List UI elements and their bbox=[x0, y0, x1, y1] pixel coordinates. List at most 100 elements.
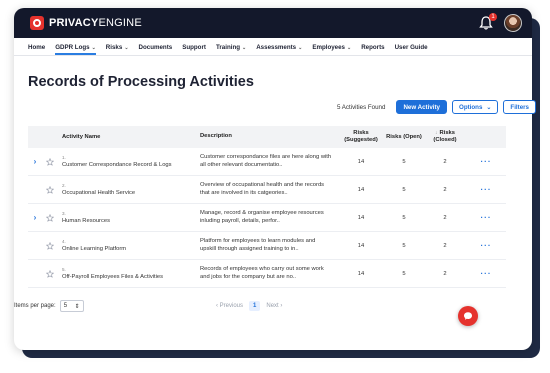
chat-bubble-icon bbox=[464, 312, 472, 320]
chevron-down-icon: ⌄ bbox=[486, 104, 492, 111]
items-per-page-value: 5 bbox=[63, 303, 68, 309]
page-number-button[interactable]: 1 bbox=[249, 301, 261, 311]
nav-item-label: User Guide bbox=[394, 44, 428, 51]
risks-closed-value: 2 bbox=[443, 158, 447, 165]
more-actions-icon[interactable]: ··· bbox=[466, 185, 506, 194]
header-description[interactable]: Description bbox=[200, 133, 338, 141]
items-per-page-label: Items per page: bbox=[14, 303, 56, 309]
items-per-page-select[interactable]: 5 ⇕ bbox=[59, 300, 84, 312]
risks-suggested-value: 14 bbox=[357, 186, 365, 193]
nav-item-label: Documents bbox=[138, 44, 173, 51]
header-risks-suggested[interactable]: Risks (Suggested) bbox=[338, 130, 384, 144]
activity-name-cell[interactable]: 5. Off-Payroll Employees Files & Activiti… bbox=[58, 267, 200, 280]
options-button[interactable]: Options ⌄ bbox=[452, 100, 499, 114]
risks-suggested-value: 14 bbox=[357, 242, 365, 249]
activity-name: Customer Correspondance Record & Logs bbox=[62, 162, 172, 168]
favorite-star-icon[interactable] bbox=[42, 269, 58, 278]
more-actions-icon[interactable]: ··· bbox=[466, 213, 506, 222]
brand-name[interactable]: PRIVACYENGINE bbox=[49, 17, 142, 29]
favorite-star-icon[interactable] bbox=[42, 213, 58, 222]
risks-closed-value: 2 bbox=[443, 270, 447, 277]
activity-number: 2. bbox=[62, 183, 66, 188]
nav-item-user-guide[interactable]: User Guide bbox=[395, 44, 428, 55]
header-activity-name[interactable]: Activity Name bbox=[58, 134, 200, 140]
more-actions-icon[interactable]: ··· bbox=[466, 269, 506, 278]
nav-item-label: GDPR Logs bbox=[55, 44, 90, 51]
chat-support-button[interactable] bbox=[458, 306, 478, 326]
activity-name: Occupational Health Service bbox=[62, 190, 136, 196]
activity-description: Platform for employees to learn modules … bbox=[200, 237, 316, 252]
expand-chevron-icon[interactable]: › bbox=[28, 157, 42, 166]
favorite-star-icon[interactable] bbox=[42, 241, 58, 250]
activity-number: 1. bbox=[62, 155, 66, 160]
privacyengine-logo-icon bbox=[30, 16, 44, 30]
chevron-down-icon: ⌄ bbox=[124, 45, 129, 51]
more-actions-icon[interactable]: ··· bbox=[466, 241, 506, 250]
nav-item-support[interactable]: Support bbox=[182, 44, 206, 55]
activity-name-cell[interactable]: 4. Online Learning Platform bbox=[58, 239, 200, 252]
nav-item-training[interactable]: Training ⌄ bbox=[216, 44, 246, 55]
activity-name: Human Resources bbox=[62, 218, 111, 224]
risks-closed-value: 2 bbox=[443, 214, 447, 221]
header-risks-open[interactable]: Risks (Open) bbox=[384, 134, 424, 141]
nav-item-assessments[interactable]: Assessments ⌄ bbox=[256, 44, 302, 55]
favorite-star-icon[interactable] bbox=[42, 185, 58, 194]
table-row[interactable]: › 3. Human Resources Manage, record & organ… bbox=[28, 204, 506, 232]
chevron-down-icon: ⌄ bbox=[242, 45, 247, 51]
activity-name-cell[interactable]: 1. Customer Correspondance Record & Logs bbox=[58, 155, 200, 168]
chevron-down-icon: ⌄ bbox=[347, 45, 352, 51]
notification-bell-icon[interactable]: 1 bbox=[478, 13, 497, 31]
nav-item-gdpr-logs[interactable]: GDPR Logs ⌄ bbox=[55, 44, 96, 55]
activity-name-cell[interactable]: 3. Human Resources bbox=[58, 211, 200, 224]
nav-item-label: Reports bbox=[361, 44, 385, 51]
notification-badge: 1 bbox=[489, 13, 497, 21]
nav-item-reports[interactable]: Reports bbox=[361, 44, 384, 55]
chevron-down-icon: ⌄ bbox=[298, 45, 303, 51]
nav-item-employees[interactable]: Employees ⌄ bbox=[312, 44, 351, 55]
nav-item-home[interactable]: Home bbox=[28, 44, 45, 55]
expand-chevron-icon[interactable]: › bbox=[28, 213, 42, 222]
activities-found-count: 5 Activities Found bbox=[336, 103, 386, 111]
risks-closed-value: 2 bbox=[443, 186, 447, 193]
table-row[interactable]: 4. Online Learning Platform Platform for e… bbox=[28, 232, 506, 260]
page-title: Records of Processing Activities bbox=[28, 74, 254, 90]
activities-table: Activity Name Description Risks (Suggest… bbox=[28, 126, 506, 288]
risks-open-value: 5 bbox=[402, 158, 406, 165]
stepper-icon: ⇕ bbox=[74, 303, 80, 310]
nav-item-label: Support bbox=[182, 44, 206, 51]
activity-number: 5. bbox=[62, 267, 66, 272]
main-nav: Home GDPR Logs ⌄ Risks ⌄ Documents Support Trai… bbox=[14, 38, 532, 56]
activity-number: 4. bbox=[62, 239, 66, 244]
activity-description: Customer correspondance files are here a… bbox=[200, 153, 332, 168]
filters-button[interactable]: Filters bbox=[503, 100, 536, 114]
nav-item-label: Home bbox=[28, 44, 46, 51]
risks-open-value: 5 bbox=[402, 214, 406, 221]
table-row[interactable]: 2. Occupational Health Service Overview of… bbox=[28, 176, 506, 204]
activity-number: 3. bbox=[62, 211, 66, 216]
nav-item-label: Training bbox=[215, 44, 241, 51]
risks-open-value: 5 bbox=[402, 186, 406, 193]
favorite-star-icon[interactable] bbox=[42, 157, 58, 166]
top-bar: PRIVACYENGINE 1 bbox=[14, 8, 532, 38]
header-risks-closed[interactable]: ↓ Risks (Closed) bbox=[424, 130, 466, 144]
risks-closed-value: 2 bbox=[443, 242, 447, 249]
table-header: Activity Name Description Risks (Suggest… bbox=[28, 126, 506, 148]
nav-item-documents[interactable]: Documents bbox=[139, 44, 173, 55]
activity-description: Records of employees who carry out some … bbox=[200, 265, 324, 280]
pagination: ‹ Previous 1 Next › bbox=[216, 301, 282, 311]
next-page-button[interactable]: Next › bbox=[266, 303, 282, 309]
user-avatar[interactable] bbox=[504, 14, 522, 32]
activity-name-cell[interactable]: 2. Occupational Health Service bbox=[58, 183, 200, 196]
table-footer: Items per page: 5 ⇕ ‹ Previous 1 Next › bbox=[14, 300, 504, 312]
more-actions-icon[interactable]: ··· bbox=[466, 157, 506, 166]
table-row[interactable]: 5. Off-Payroll Employees Files & Activiti… bbox=[28, 260, 506, 288]
nav-item-risks[interactable]: Risks ⌄ bbox=[106, 44, 129, 55]
activity-name: Online Learning Platform bbox=[62, 246, 127, 252]
risks-open-value: 5 bbox=[402, 270, 406, 277]
new-activity-button[interactable]: New Activity bbox=[396, 100, 448, 114]
table-row[interactable]: › 1. Customer Correspondance Record & Logs… bbox=[28, 148, 506, 176]
activity-name: Off-Payroll Employees Files & Activities bbox=[62, 274, 164, 280]
previous-page-button[interactable]: ‹ Previous bbox=[216, 303, 243, 309]
chevron-down-icon: ⌄ bbox=[91, 45, 96, 51]
nav-item-label: Risks bbox=[105, 44, 123, 51]
